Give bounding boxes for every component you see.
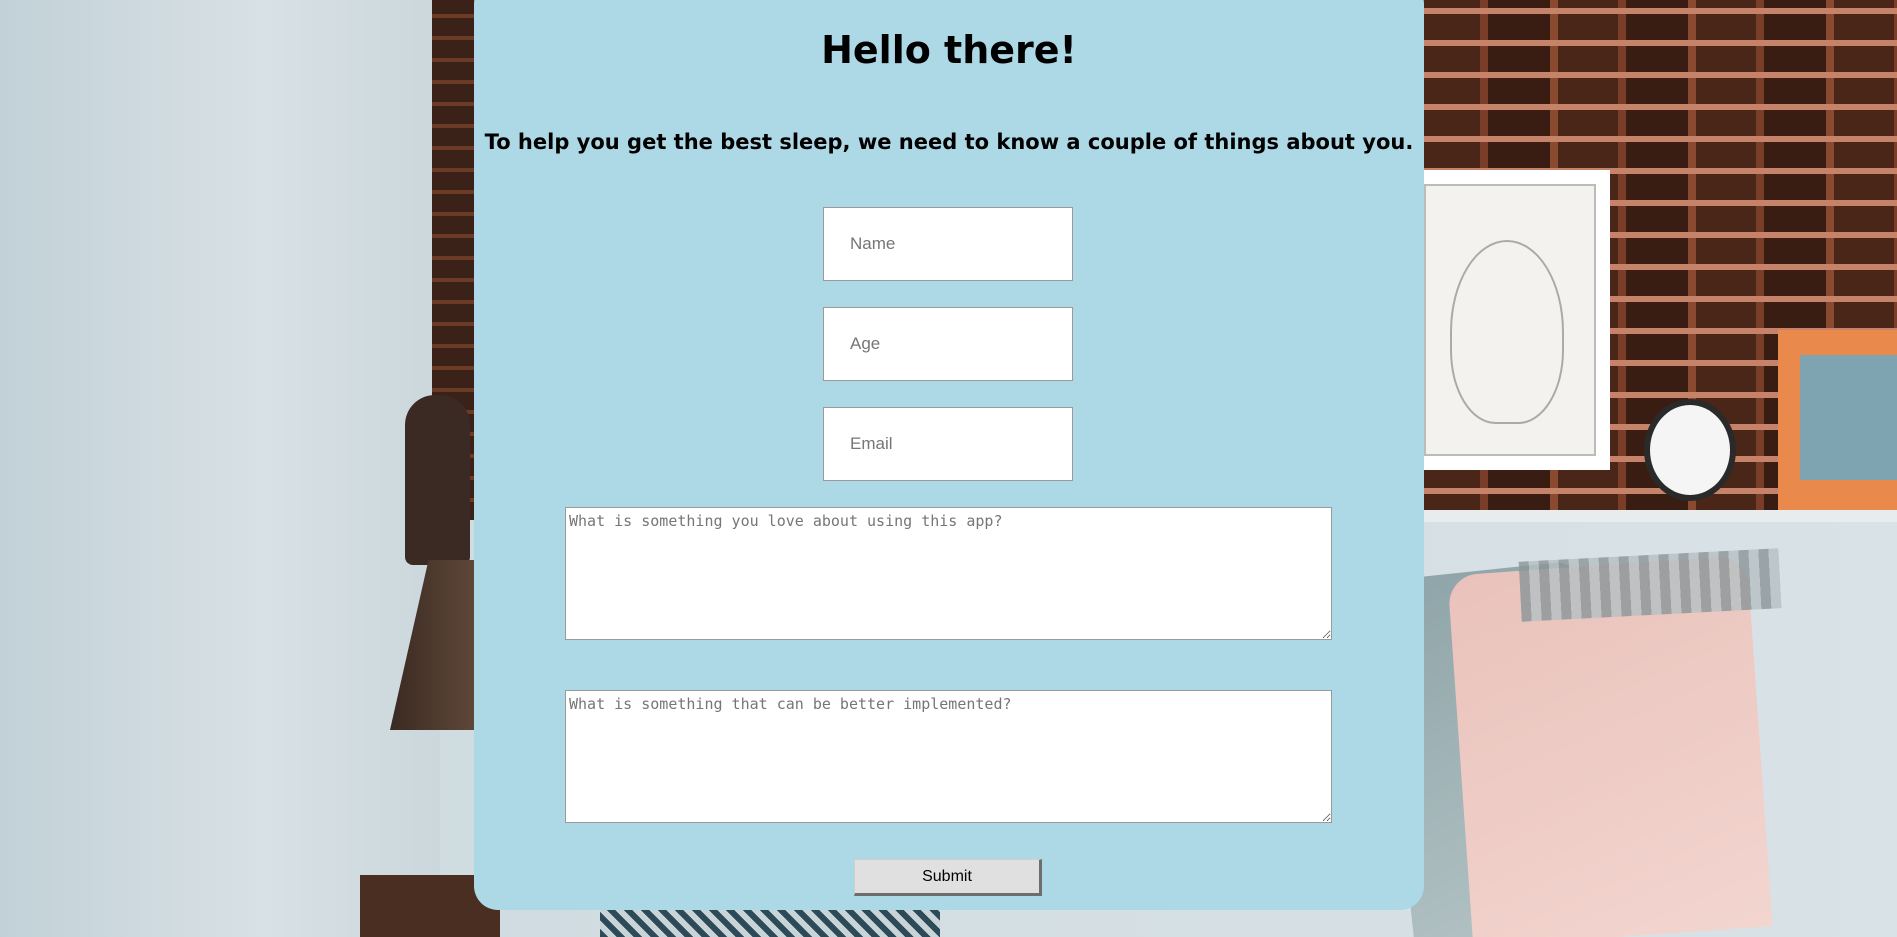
improvement-feedback-textarea[interactable]	[565, 690, 1332, 823]
page-subtitle: To help you get the best sleep, we need …	[484, 130, 1414, 154]
background-lamp-base	[405, 395, 470, 565]
background-shelf	[1420, 510, 1897, 522]
background-sketch-artwork	[1450, 240, 1564, 424]
survey-card: Hello there! To help you get the best sl…	[474, 0, 1424, 910]
page-title: Hello there!	[821, 28, 1077, 72]
email-input[interactable]	[823, 407, 1073, 481]
background-orange-frame-photo	[1800, 355, 1897, 480]
background-wall	[0, 0, 440, 937]
love-feedback-textarea[interactable]	[565, 507, 1332, 640]
age-input[interactable]	[823, 307, 1073, 381]
name-input[interactable]	[823, 207, 1073, 281]
background-alarm-clock	[1650, 405, 1730, 495]
submit-button[interactable]: Submit	[854, 859, 1042, 896]
